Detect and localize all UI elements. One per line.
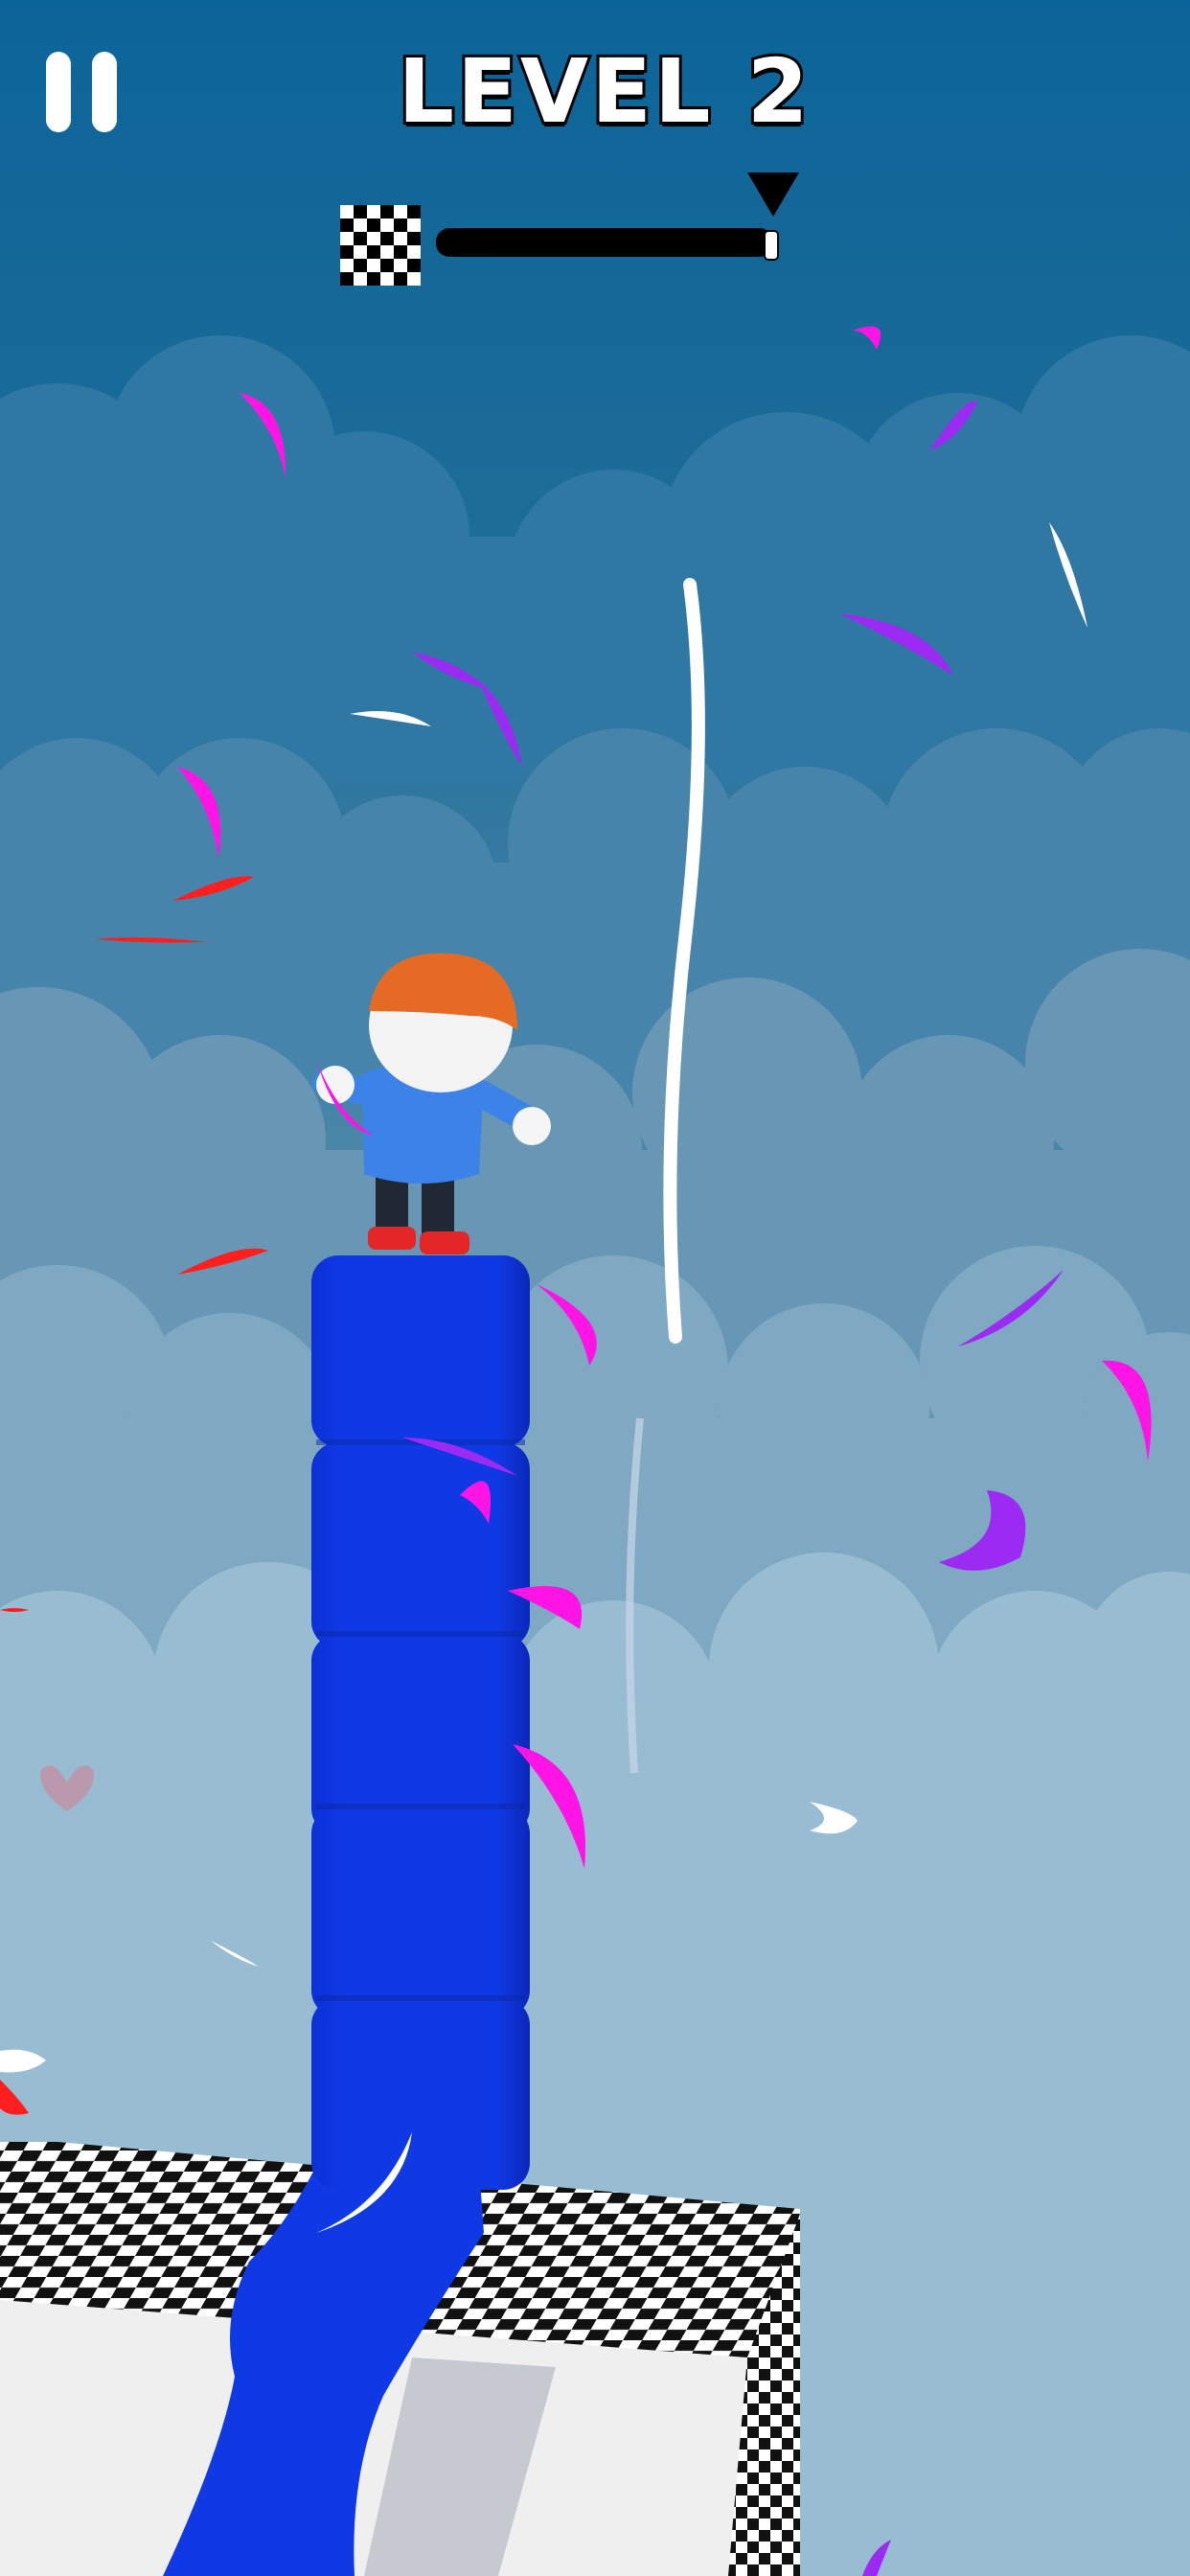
progress-knob [764,230,779,261]
game-scene [0,0,1190,2576]
triangle-pointer-icon [747,172,799,217]
hand [513,1107,551,1145]
cube [311,1806,530,2017]
cube [311,1255,530,1447]
cube [311,1442,530,1648]
progress-track [436,228,773,257]
level-progress [338,172,799,288]
hud: LEVEL 2 [0,0,1190,316]
cube [311,1998,530,2190]
shoe [368,1227,416,1250]
level-title: LEVEL 2 [395,37,812,146]
shoe [420,1231,469,1254]
checkered-flag-icon [340,205,421,286]
cube-tower [311,1255,530,2190]
